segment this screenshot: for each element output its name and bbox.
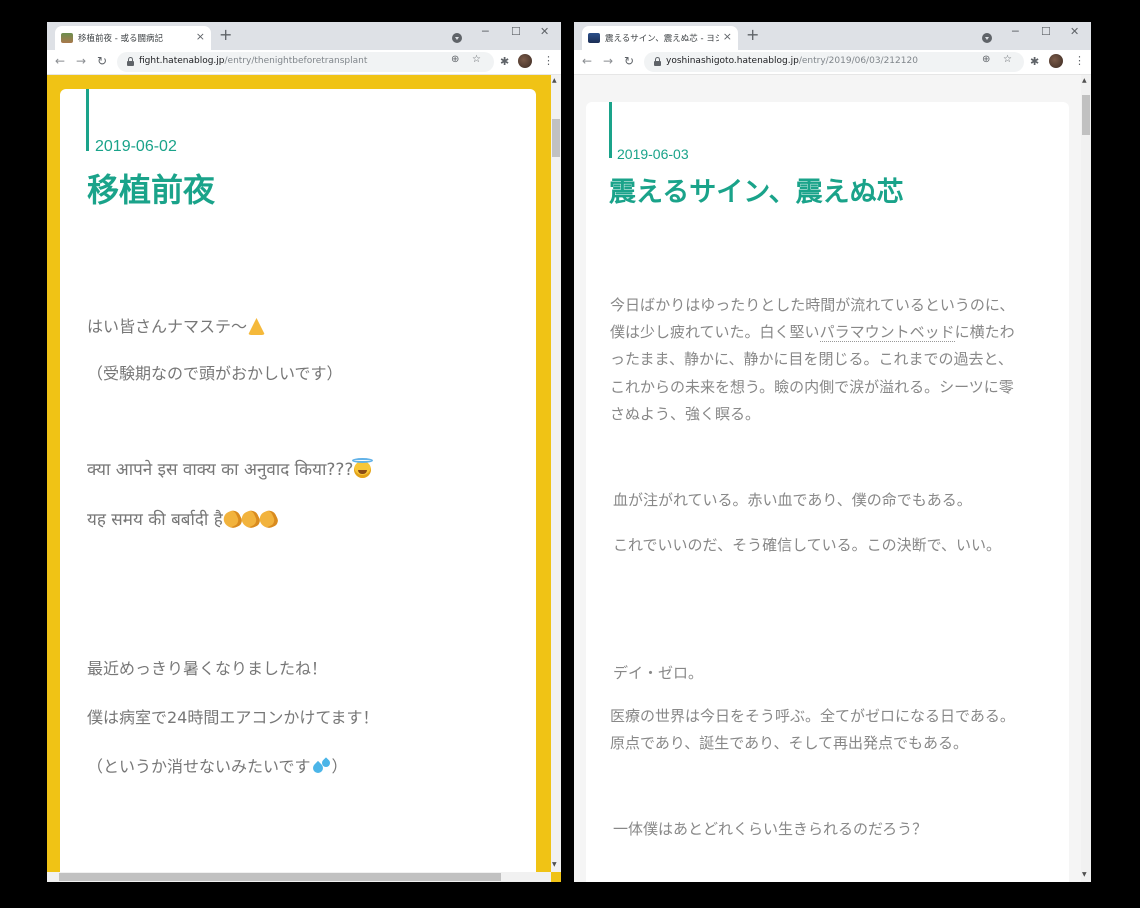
- page-viewport: 2019-06-02 移植前夜 はい皆さんナマステ〜 （受験期なので頭がおかしい…: [47, 75, 561, 882]
- menu-icon[interactable]: ⋮: [543, 54, 554, 67]
- new-tab-button[interactable]: +: [219, 26, 232, 44]
- horizontal-scrollbar-thumb[interactable]: [59, 873, 501, 881]
- forward-button[interactable]: →: [76, 54, 86, 68]
- forward-button[interactable]: →: [603, 54, 613, 68]
- paramount-bed-link[interactable]: パラマウントベッド: [819, 323, 955, 343]
- star-icon[interactable]: ☆: [472, 54, 481, 65]
- paragraph: （というか消せないみたいです）: [87, 757, 348, 776]
- tab-close-icon[interactable]: ×: [723, 30, 732, 43]
- left-browser-window: 移植前夜 - 或る闘病記 × + ─ ☐ ✕ ← → ↻ fight.haten…: [47, 22, 561, 882]
- close-window-button[interactable]: ✕: [1070, 25, 1079, 38]
- post-date: 2019-06-03: [617, 146, 689, 162]
- address-bar[interactable]: fight.hatenablog.jp/entry/thenightbefore…: [117, 52, 494, 72]
- new-tab-button[interactable]: +: [746, 26, 759, 44]
- maximize-button[interactable]: ☐: [511, 25, 521, 38]
- close-window-button[interactable]: ✕: [540, 25, 549, 38]
- post-title[interactable]: 震えるサイン、震えぬ芯: [609, 170, 904, 209]
- favicon: [61, 33, 73, 43]
- clapping-hands-emoji: [256, 508, 280, 531]
- hindi-paragraph: क्या आपने इस वाक्य का अनुवाद किया???: [87, 457, 374, 480]
- lock-icon: [654, 57, 661, 66]
- minimize-button[interactable]: ─: [1012, 25, 1019, 38]
- vertical-scrollbar[interactable]: ▲ ▼: [1081, 75, 1091, 882]
- active-tab[interactable]: 移植前夜 - 或る闘病記 ×: [55, 26, 211, 50]
- paragraph: 医療の世界は今日をそう呼ぶ。全てがゼロになる日である。 原点であり、誕生であり、…: [610, 707, 1015, 753]
- paragraph: 僕は病室で24時間エアコンかけてます！: [87, 708, 379, 727]
- extensions-icon[interactable]: ✱: [1030, 55, 1039, 68]
- paragraph: 一体僕はあとどれくらい生きられるのだろう？: [613, 820, 928, 838]
- back-button[interactable]: ←: [55, 54, 65, 68]
- post-title[interactable]: 移植前夜: [87, 165, 215, 211]
- paragraph: デイ・ゼロ。: [613, 664, 704, 682]
- address-bar[interactable]: yoshinashigoto.hatenablog.jp/entry/2019/…: [644, 52, 1024, 72]
- paragraph: はい皆さんナマステ〜: [87, 313, 266, 337]
- scrollbar-thumb[interactable]: [552, 119, 560, 157]
- extensions-icon[interactable]: ✱: [500, 55, 509, 68]
- folded-hands-emoji: [248, 318, 266, 335]
- active-tab[interactable]: 震えるサイン、震えぬ芯 - ヨシナシゴト ×: [582, 26, 738, 50]
- tab-title: 震えるサイン、震えぬ芯 - ヨシナシゴト: [605, 34, 719, 44]
- reload-button[interactable]: ↻: [624, 54, 634, 68]
- post-date: 2019-06-02: [95, 138, 177, 155]
- clapping-hands-emoji: [220, 508, 244, 531]
- browser-toolbar: ← → ↻ fight.hatenablog.jp/entry/thenight…: [47, 50, 561, 75]
- maximize-button[interactable]: ☐: [1041, 25, 1051, 38]
- minimize-button[interactable]: ─: [482, 25, 489, 38]
- tab-strip: 移植前夜 - 或る闘病記 × + ─ ☐ ✕: [47, 22, 561, 50]
- smiling-face-with-halo-emoji: [352, 458, 374, 478]
- horizontal-scrollbar[interactable]: [47, 872, 551, 882]
- tab-close-icon[interactable]: ×: [196, 30, 205, 43]
- profile-avatar[interactable]: [1049, 54, 1063, 68]
- url-text: fight.hatenablog.jp/entry/thenightbefore…: [139, 56, 368, 66]
- scroll-down-arrow[interactable]: ▼: [1082, 871, 1087, 878]
- tab-search-icon[interactable]: [982, 33, 992, 43]
- reload-button[interactable]: ↻: [97, 54, 107, 68]
- url-text: yoshinashigoto.hatenablog.jp/entry/2019/…: [666, 56, 918, 66]
- menu-icon[interactable]: ⋮: [1074, 54, 1085, 67]
- sweat-droplets-emoji: [312, 758, 332, 775]
- zoom-icon[interactable]: ⊕: [982, 54, 990, 65]
- tab-strip: 震えるサイン、震えぬ芯 - ヨシナシゴト × + ─ ☐ ✕: [574, 22, 1091, 50]
- star-icon[interactable]: ☆: [1003, 54, 1012, 65]
- paragraph: 血が注がれている。赤い血であり、僕の命でもある。: [613, 491, 972, 509]
- date-accent-bar: [86, 89, 89, 151]
- back-button[interactable]: ←: [582, 54, 592, 68]
- favicon: [588, 33, 600, 43]
- profile-avatar[interactable]: [518, 54, 532, 68]
- clapping-hands-emoji: [238, 508, 262, 531]
- vertical-scrollbar[interactable]: ▲ ▼: [551, 75, 561, 872]
- scroll-up-arrow[interactable]: ▲: [552, 77, 557, 84]
- right-browser-window: 震えるサイン、震えぬ芯 - ヨシナシゴト × + ─ ☐ ✕ ← → ↻ yos…: [574, 22, 1091, 882]
- date-accent-bar: [609, 102, 612, 158]
- hindi-paragraph: यह समय की बर्बादी है: [87, 507, 280, 531]
- browser-toolbar: ← → ↻ yoshinashigoto.hatenablog.jp/entry…: [574, 50, 1091, 75]
- blog-post-card: 2019-06-03 震えるサイン、震えぬ芯 今日ばかりはゆったりとした時間が流…: [586, 102, 1069, 882]
- blog-post-card: 2019-06-02 移植前夜 はい皆さんナマステ〜 （受験期なので頭がおかしい…: [60, 89, 536, 882]
- scrollbar-thumb[interactable]: [1082, 95, 1090, 135]
- lock-icon: [127, 57, 134, 66]
- zoom-icon[interactable]: ⊕: [451, 54, 459, 65]
- paragraph: 最近めっきり暑くなりましたね！: [87, 659, 328, 678]
- tab-search-icon[interactable]: [452, 33, 462, 43]
- scroll-up-arrow[interactable]: ▲: [1082, 77, 1087, 84]
- scroll-down-arrow[interactable]: ▼: [552, 861, 557, 868]
- paragraph: これでいいのだ、そう確信している。この決断で、いい。: [613, 536, 1002, 554]
- tab-title: 移植前夜 - 或る闘病記: [78, 34, 163, 44]
- page-viewport: 2019-06-03 震えるサイン、震えぬ芯 今日ばかりはゆったりとした時間が流…: [574, 75, 1091, 882]
- paragraph: （受験期なので頭がおかしいです）: [87, 364, 343, 383]
- paragraph: 今日ばかりはゆったりとした時間が流れているというのに、 僕は少し疲れていた。白く…: [610, 296, 1015, 423]
